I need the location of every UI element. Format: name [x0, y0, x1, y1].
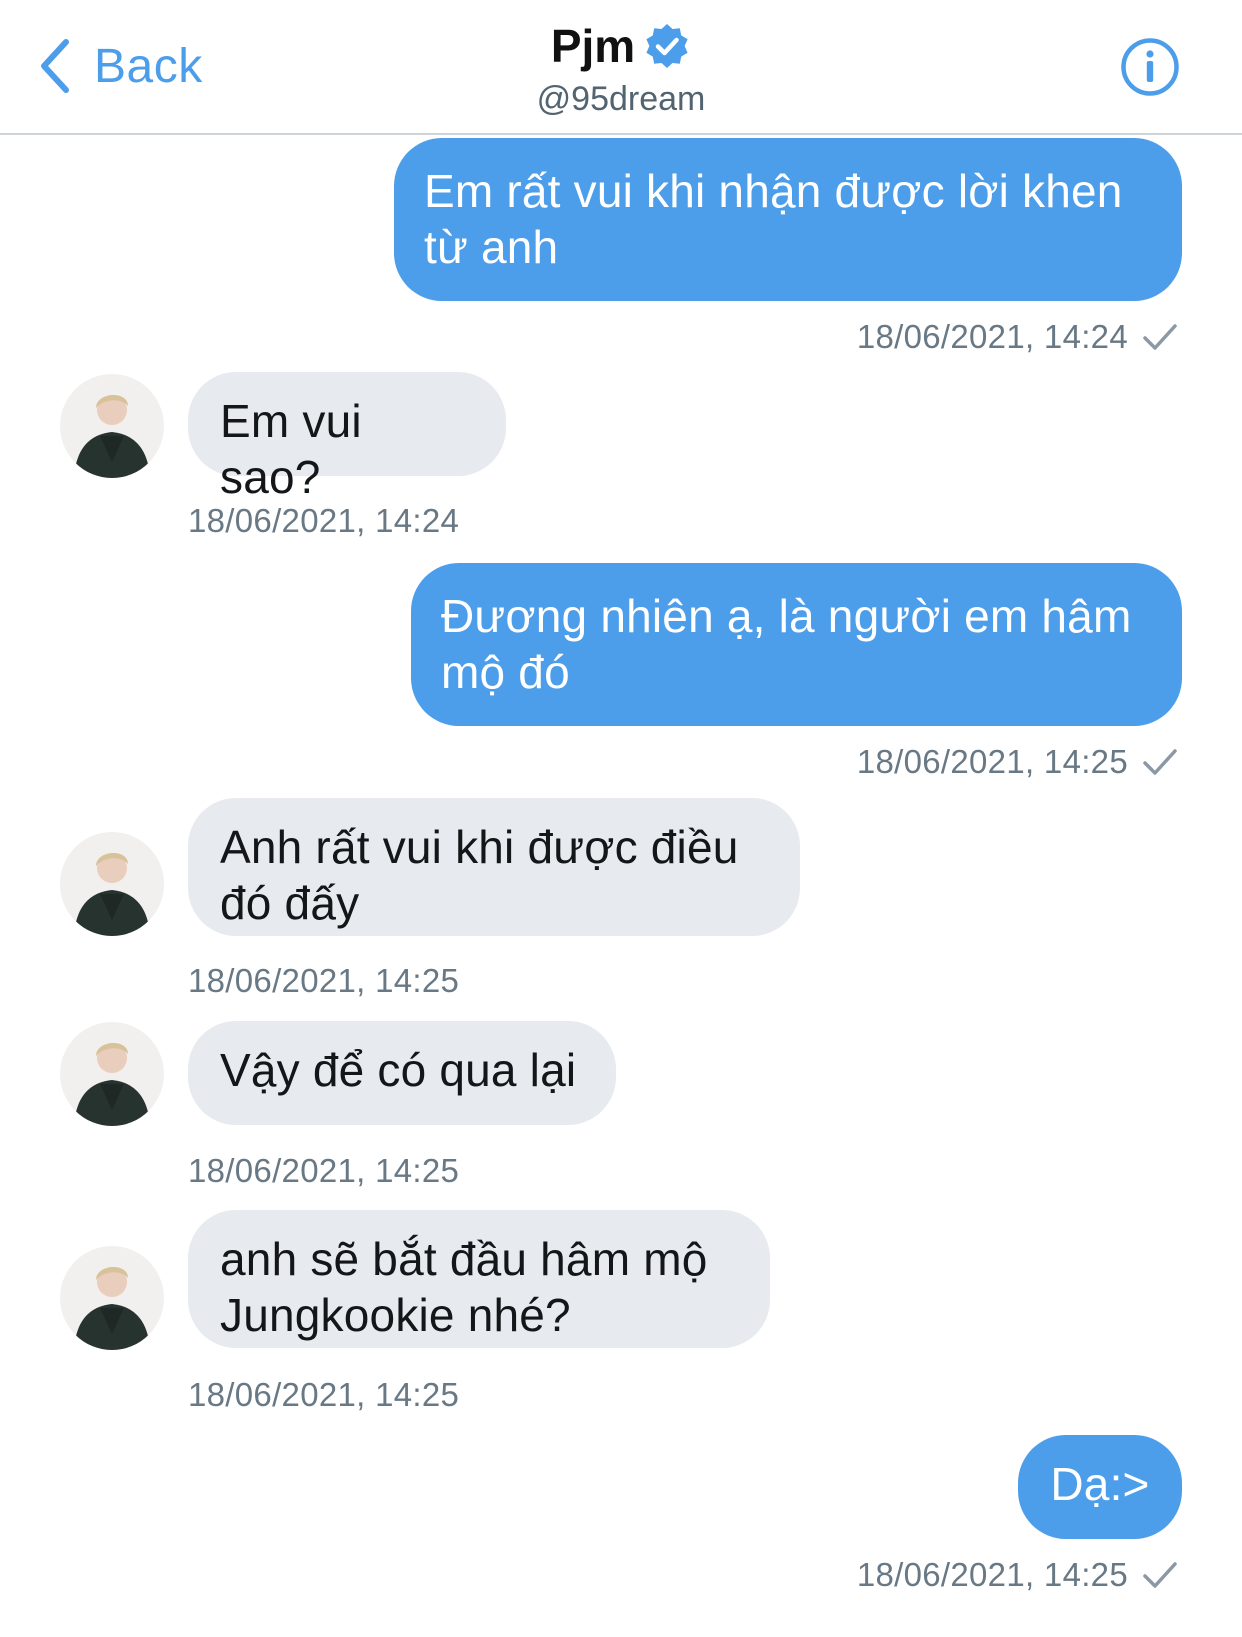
avatar[interactable]	[60, 1246, 164, 1350]
message-bubble-incoming[interactable]: Em vui sao?	[188, 372, 506, 503]
message-text: Vậy để có qua lại	[220, 1044, 577, 1096]
message-timestamp: 18/06/2021, 14:24	[188, 502, 460, 539]
checkmark-icon	[1143, 324, 1177, 350]
message-bubble-outgoing[interactable]: Dạ:>	[1018, 1435, 1182, 1539]
contact-handle: @95dream	[536, 80, 706, 118]
message-text: Đương nhiên ạ, là người em hâm mộ đó	[441, 590, 1132, 698]
avatar-image	[60, 1246, 164, 1350]
checkmark-icon	[1143, 749, 1177, 775]
message-timestamp: 18/06/2021, 14:25	[188, 1152, 460, 1189]
avatar[interactable]	[60, 374, 164, 478]
conversation-title: Pjm @95dream	[0, 18, 1242, 119]
message-bubble-outgoing[interactable]: Đương nhiên ạ, là người em hâm mộ đó	[411, 563, 1182, 726]
message-text: Anh rất vui khi được điều đó đấy	[220, 821, 739, 929]
conversation-header: Back Pjm @95dream	[0, 0, 1242, 135]
avatar[interactable]	[60, 1022, 164, 1126]
verified-badge-icon	[646, 24, 688, 68]
message-bubble-incoming[interactable]: Anh rất vui khi được điều đó đấy	[188, 798, 800, 936]
contact-name: Pjm	[550, 20, 636, 72]
message-bubble-incoming[interactable]: Vậy để có qua lại	[188, 1021, 616, 1125]
message-timestamp: 18/06/2021, 14:25	[857, 743, 1178, 781]
avatar[interactable]	[60, 832, 164, 936]
message-timestamp: 18/06/2021, 14:24	[857, 318, 1178, 356]
message-timestamp: 18/06/2021, 14:25	[188, 962, 460, 999]
message-timestamp: 18/06/2021, 14:25	[857, 1556, 1178, 1594]
message-text: Em vui sao?	[220, 395, 362, 503]
avatar-image	[60, 832, 164, 936]
message-timestamp: 18/06/2021, 14:25	[188, 1376, 460, 1413]
message-text: Dạ:>	[1050, 1458, 1150, 1510]
avatar-image	[60, 374, 164, 478]
message-bubble-outgoing[interactable]: Em rất vui khi nhận được lời khen từ anh	[394, 138, 1182, 301]
checkmark-icon	[1143, 1562, 1177, 1588]
avatar-image	[60, 1022, 164, 1126]
info-icon[interactable]	[1120, 37, 1180, 97]
message-text: anh sẽ bắt đầu hâm mộ Jungkookie nhé?	[220, 1233, 708, 1341]
message-bubble-incoming[interactable]: anh sẽ bắt đầu hâm mộ Jungkookie nhé?	[188, 1210, 770, 1348]
message-text: Em rất vui khi nhận được lời khen từ anh	[424, 165, 1123, 273]
